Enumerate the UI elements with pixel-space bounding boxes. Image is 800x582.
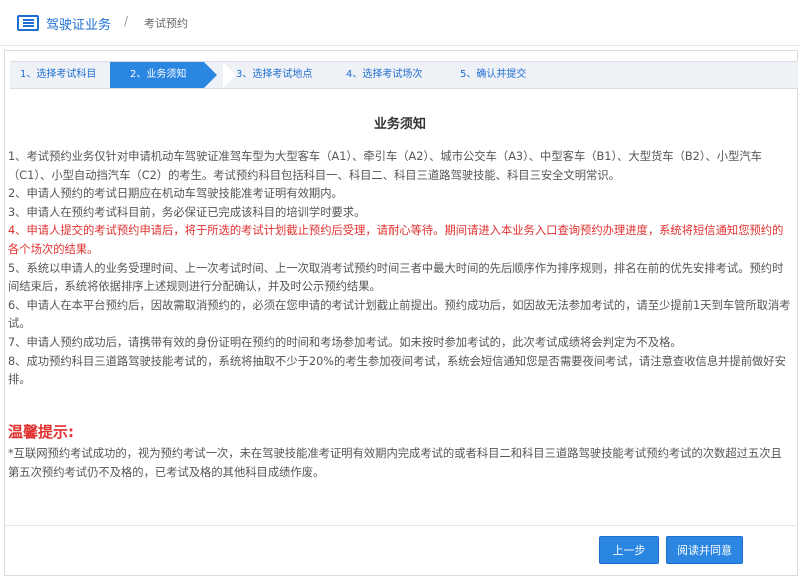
step-select-session: 4、选择考试场次: [346, 69, 423, 80]
step-bar: 1、选择考试科目 2、业务须知 3、选择考试地点 4、选择考试场次 5、确认并提…: [10, 61, 798, 89]
breadcrumb-separator: /: [124, 14, 129, 28]
step-business-notice: 2、业务须知: [110, 62, 217, 88]
rule-item: 5、系统以申请人的业务受理时间、上一次考试时间、上一次取消考试预约时间三者中最大…: [8, 261, 784, 294]
footer-divider: [4, 525, 798, 526]
list-icon: [17, 15, 39, 31]
rule-item: 1、考试预约业务仅针对申请机动车驾驶证准驾车型为大型客车（A1）、牵引车（A2）…: [8, 150, 762, 182]
notice-rules: 1、考试预约业务仅针对申请机动车驾驶证准驾车型为大型客车（A1）、牵引车（A2）…: [8, 148, 792, 390]
read-and-agree-button[interactable]: 阅读并同意: [666, 536, 743, 564]
breadcrumb-current: 考试预约: [144, 17, 188, 30]
rule-item: 6、申请人在本平台预约后，因故需取消预约的，必须在您申请的考试计划截止前提出。预…: [8, 298, 791, 331]
rule-item: 2、申请人预约的考试日期应在机动车驾驶技能准考证明有效期内。: [8, 187, 343, 201]
prev-step-button[interactable]: 上一步: [599, 536, 659, 564]
rule-item: 7、申请人预约成功后，请携带有效的身份证明在预约的时间和考场参加考试。如未按时参…: [8, 335, 682, 349]
tips-text: *互联网预约考试成功的，视为预约考试一次，未在驾驶技能准考证明有效期内完成考试的…: [8, 447, 782, 479]
breadcrumb-main[interactable]: 驾驶证业务: [46, 14, 111, 33]
tips-title: 温馨提示:: [8, 423, 74, 441]
page-header: 驾驶证业务 / 考试预约: [0, 0, 800, 46]
notice-title: 业务须知: [373, 117, 426, 132]
rule-item-highlight: 4、申请人提交的考试预约申请后，将于所选的考试计划截止预约后受理，请耐心等待。期…: [8, 224, 784, 256]
step-select-location: 3、选择考试地点: [222, 62, 312, 88]
step-select-subject: 1、选择考试科目: [20, 69, 97, 80]
step-confirm-submit: 5、确认并提交: [460, 69, 527, 80]
rule-item: 3、申请人在预约考试科目前，务必保证已完成该科目的培训学时要求。: [8, 205, 366, 219]
rule-item: 8、成功预约科目三道路驾驶技能考试的，系统将抽取不少于20%的考生参加夜间考试，…: [8, 354, 786, 387]
